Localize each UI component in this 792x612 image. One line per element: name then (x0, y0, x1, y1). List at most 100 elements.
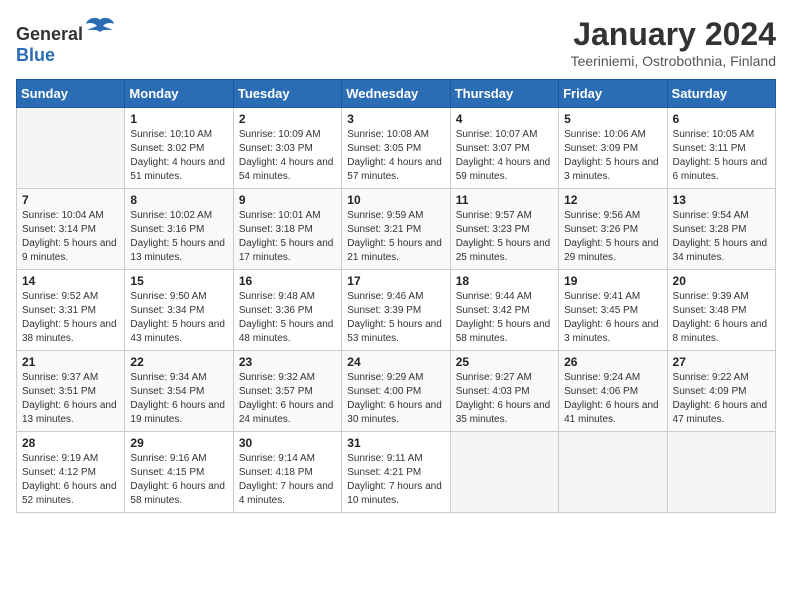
day-info: Sunrise: 9:39 AMSunset: 3:48 PMDaylight:… (673, 290, 770, 346)
logo: General Blue (16, 16, 115, 66)
weekday-header: Friday (559, 80, 667, 108)
calendar-subtitle: Teeriniemi, Ostrobothnia, Finland (571, 53, 776, 69)
day-number: 26 (564, 355, 661, 369)
day-number: 23 (239, 355, 336, 369)
calendar-cell: 1 Sunrise: 10:10 AMSunset: 3:02 PMDayligh… (125, 108, 233, 189)
day-info: Sunrise: 9:24 AMSunset: 4:06 PMDaylight:… (564, 371, 661, 427)
calendar-week-row: 7Sunrise: 10:04 AMSunset: 3:14 PMDayligh… (17, 189, 776, 270)
weekday-header: Saturday (667, 80, 775, 108)
day-number: 8 (130, 193, 227, 207)
logo-bird-icon (85, 16, 115, 40)
day-number: 25 (456, 355, 553, 369)
day-info: Sunrise: 9:27 AMSunset: 4:03 PMDaylight:… (456, 371, 553, 427)
day-number: 27 (673, 355, 770, 369)
calendar-cell: 22 Sunrise: 9:34 AMSunset: 3:54 PMDayligh… (125, 351, 233, 432)
calendar-week-row: 14 Sunrise: 9:52 AMSunset: 3:31 PMDayligh… (17, 270, 776, 351)
day-info: Sunrise: 10:07 AMSunset: 3:07 PMDaylight… (456, 128, 553, 184)
calendar-cell: 4 Sunrise: 10:07 AMSunset: 3:07 PMDayligh… (450, 108, 558, 189)
calendar-cell: 19Sunrise: 9:41 AMSunset: 3:45 PMDayligh… (559, 270, 667, 351)
calendar-cell: 29Sunrise: 9:16 AMSunset: 4:15 PMDayligh… (125, 432, 233, 513)
day-info: Sunrise: 9:48 AMSunset: 3:36 PMDaylight:… (239, 290, 336, 346)
day-number: 2 (239, 112, 336, 126)
calendar-title: January 2024 (571, 16, 776, 53)
calendar-cell: 5Sunrise: 10:06 AMSunset: 3:09 PMDayligh… (559, 108, 667, 189)
day-number: 14 (22, 274, 119, 288)
day-number: 22 (130, 355, 227, 369)
calendar-cell: 20Sunrise: 9:39 AMSunset: 3:48 PMDayligh… (667, 270, 775, 351)
calendar-cell: 18 Sunrise: 9:44 AMSunset: 3:42 PMDayligh… (450, 270, 558, 351)
calendar-cell (17, 108, 125, 189)
logo-general: General (16, 24, 83, 44)
day-number: 31 (347, 436, 444, 450)
calendar-cell: 31 Sunrise: 9:11 AMSunset: 4:21 PMDayligh… (342, 432, 450, 513)
calendar-cell: 15 Sunrise: 9:50 AMSunset: 3:34 PMDayligh… (125, 270, 233, 351)
calendar-cell: 17Sunrise: 9:46 AMSunset: 3:39 PMDayligh… (342, 270, 450, 351)
day-info: Sunrise: 9:59 AMSunset: 3:21 PMDaylight:… (347, 209, 444, 265)
day-info: Sunrise: 9:29 AMSunset: 4:00 PMDaylight:… (347, 371, 444, 427)
calendar-cell: 7Sunrise: 10:04 AMSunset: 3:14 PMDayligh… (17, 189, 125, 270)
calendar-cell: 12 Sunrise: 9:56 AMSunset: 3:26 PMDayligh… (559, 189, 667, 270)
calendar-cell (667, 432, 775, 513)
day-info: Sunrise: 10:01 AMSunset: 3:18 PMDaylight… (239, 209, 336, 265)
day-info: Sunrise: 9:52 AMSunset: 3:31 PMDaylight:… (22, 290, 119, 346)
calendar-cell: 3 Sunrise: 10:08 AMSunset: 3:05 PMDayligh… (342, 108, 450, 189)
calendar-week-row: 28Sunrise: 9:19 AMSunset: 4:12 PMDayligh… (17, 432, 776, 513)
calendar-cell: 2 Sunrise: 10:09 AMSunset: 3:03 PMDayligh… (233, 108, 341, 189)
day-info: Sunrise: 9:54 AMSunset: 3:28 PMDaylight:… (673, 209, 770, 265)
calendar-cell: 11 Sunrise: 9:57 AMSunset: 3:23 PMDayligh… (450, 189, 558, 270)
day-number: 1 (130, 112, 227, 126)
day-number: 16 (239, 274, 336, 288)
calendar-cell: 8 Sunrise: 10:02 AMSunset: 3:16 PMDayligh… (125, 189, 233, 270)
day-number: 3 (347, 112, 444, 126)
calendar-cell: 13Sunrise: 9:54 AMSunset: 3:28 PMDayligh… (667, 189, 775, 270)
day-info: Sunrise: 9:41 AMSunset: 3:45 PMDaylight:… (564, 290, 661, 346)
day-number: 4 (456, 112, 553, 126)
day-info: Sunrise: 9:32 AMSunset: 3:57 PMDaylight:… (239, 371, 336, 427)
day-info: Sunrise: 10:10 AMSunset: 3:02 PMDaylight… (130, 128, 227, 184)
calendar-week-row: 21Sunrise: 9:37 AMSunset: 3:51 PMDayligh… (17, 351, 776, 432)
calendar-cell: 25 Sunrise: 9:27 AMSunset: 4:03 PMDayligh… (450, 351, 558, 432)
day-info: Sunrise: 9:46 AMSunset: 3:39 PMDaylight:… (347, 290, 444, 346)
calendar-cell: 16 Sunrise: 9:48 AMSunset: 3:36 PMDayligh… (233, 270, 341, 351)
calendar-cell (559, 432, 667, 513)
calendar-table: SundayMondayTuesdayWednesdayThursdayFrid… (16, 79, 776, 513)
calendar-cell: 6Sunrise: 10:05 AMSunset: 3:11 PMDayligh… (667, 108, 775, 189)
calendar-cell: 10 Sunrise: 9:59 AMSunset: 3:21 PMDayligh… (342, 189, 450, 270)
day-info: Sunrise: 10:05 AMSunset: 3:11 PMDaylight… (673, 128, 770, 184)
weekday-header-row: SundayMondayTuesdayWednesdayThursdayFrid… (17, 80, 776, 108)
calendar-week-row: 1 Sunrise: 10:10 AMSunset: 3:02 PMDayligh… (17, 108, 776, 189)
day-info: Sunrise: 9:16 AMSunset: 4:15 PMDaylight:… (130, 452, 227, 508)
day-info: Sunrise: 9:44 AMSunset: 3:42 PMDaylight:… (456, 290, 553, 346)
day-number: 12 (564, 193, 661, 207)
day-info: Sunrise: 9:57 AMSunset: 3:23 PMDaylight:… (456, 209, 553, 265)
day-number: 7 (22, 193, 119, 207)
weekday-header: Sunday (17, 80, 125, 108)
page-header: General Blue January 2024 Teeriniemi, Os… (16, 16, 776, 69)
day-number: 24 (347, 355, 444, 369)
day-number: 15 (130, 274, 227, 288)
day-info: Sunrise: 10:02 AMSunset: 3:16 PMDaylight… (130, 209, 227, 265)
day-info: Sunrise: 10:08 AMSunset: 3:05 PMDaylight… (347, 128, 444, 184)
weekday-header: Wednesday (342, 80, 450, 108)
day-info: Sunrise: 10:09 AMSunset: 3:03 PMDaylight… (239, 128, 336, 184)
day-number: 28 (22, 436, 119, 450)
calendar-cell: 27Sunrise: 9:22 AMSunset: 4:09 PMDayligh… (667, 351, 775, 432)
day-info: Sunrise: 9:34 AMSunset: 3:54 PMDaylight:… (130, 371, 227, 427)
day-info: Sunrise: 9:37 AMSunset: 3:51 PMDaylight:… (22, 371, 119, 427)
calendar-cell: 14 Sunrise: 9:52 AMSunset: 3:31 PMDayligh… (17, 270, 125, 351)
day-number: 18 (456, 274, 553, 288)
day-info: Sunrise: 9:11 AMSunset: 4:21 PMDaylight:… (347, 452, 444, 508)
calendar-cell: 28Sunrise: 9:19 AMSunset: 4:12 PMDayligh… (17, 432, 125, 513)
day-number: 5 (564, 112, 661, 126)
calendar-cell (450, 432, 558, 513)
day-info: Sunrise: 9:50 AMSunset: 3:34 PMDaylight:… (130, 290, 227, 346)
calendar-cell: 23 Sunrise: 9:32 AMSunset: 3:57 PMDayligh… (233, 351, 341, 432)
calendar-cell: 24 Sunrise: 9:29 AMSunset: 4:00 PMDayligh… (342, 351, 450, 432)
day-number: 30 (239, 436, 336, 450)
day-number: 9 (239, 193, 336, 207)
day-info: Sunrise: 9:56 AMSunset: 3:26 PMDaylight:… (564, 209, 661, 265)
day-number: 11 (456, 193, 553, 207)
weekday-header: Monday (125, 80, 233, 108)
calendar-cell: 26 Sunrise: 9:24 AMSunset: 4:06 PMDayligh… (559, 351, 667, 432)
day-number: 10 (347, 193, 444, 207)
